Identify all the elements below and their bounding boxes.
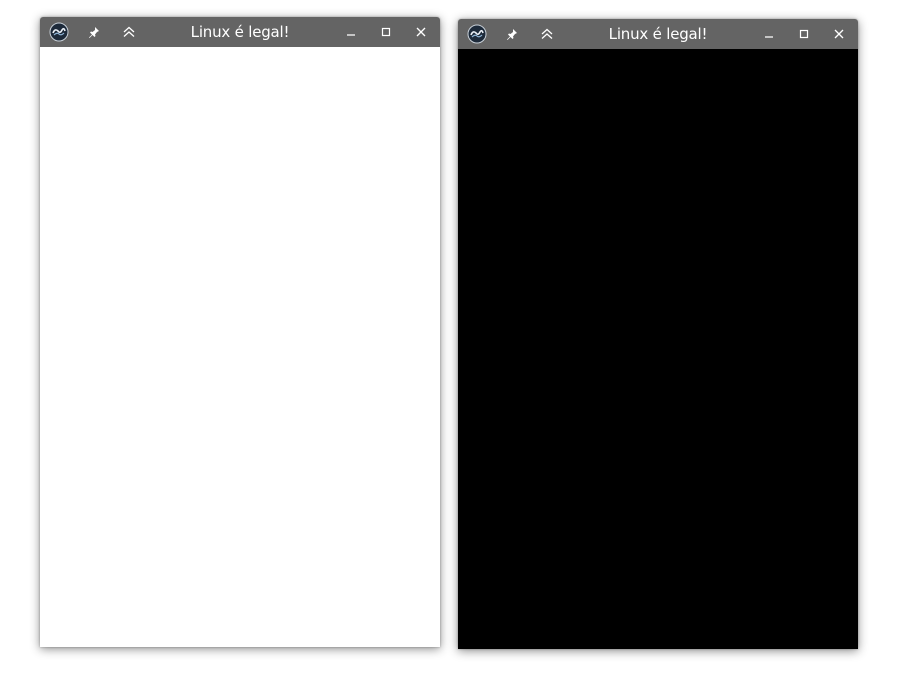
maximize-button[interactable]	[794, 24, 814, 44]
minimize-icon	[765, 36, 773, 38]
close-icon	[834, 29, 844, 39]
shade-button[interactable]	[537, 24, 557, 44]
minimize-button[interactable]	[341, 22, 361, 42]
pin-button[interactable]	[84, 22, 104, 42]
kde-logo-icon	[49, 22, 69, 42]
window-title: Linux é legal!	[608, 25, 708, 43]
titlebar[interactable]: Linux é legal!	[458, 19, 858, 49]
titlebar[interactable]: Linux é legal!	[40, 17, 440, 47]
window-content[interactable]	[40, 47, 440, 647]
minimize-icon	[347, 34, 355, 36]
window-content[interactable]	[458, 49, 858, 649]
window-title: Linux é legal!	[190, 23, 290, 41]
maximize-button[interactable]	[376, 22, 396, 42]
shade-chevrons-up-icon	[123, 26, 135, 37]
close-button[interactable]	[829, 24, 849, 44]
kde-logo-icon	[467, 24, 487, 44]
pin-icon	[89, 27, 99, 38]
maximize-icon	[799, 29, 809, 39]
shade-button[interactable]	[119, 22, 139, 42]
window-menu-button[interactable]	[49, 22, 69, 42]
window-menu-button[interactable]	[467, 24, 487, 44]
minimize-button[interactable]	[759, 24, 779, 44]
window-white[interactable]: Linux é legal!	[40, 17, 440, 647]
shade-chevrons-up-icon	[541, 28, 553, 39]
close-icon	[416, 27, 426, 37]
maximize-icon	[381, 27, 391, 37]
pin-button[interactable]	[502, 24, 522, 44]
window-black[interactable]: Linux é legal!	[458, 19, 858, 649]
pin-icon	[507, 29, 517, 40]
close-button[interactable]	[411, 22, 431, 42]
